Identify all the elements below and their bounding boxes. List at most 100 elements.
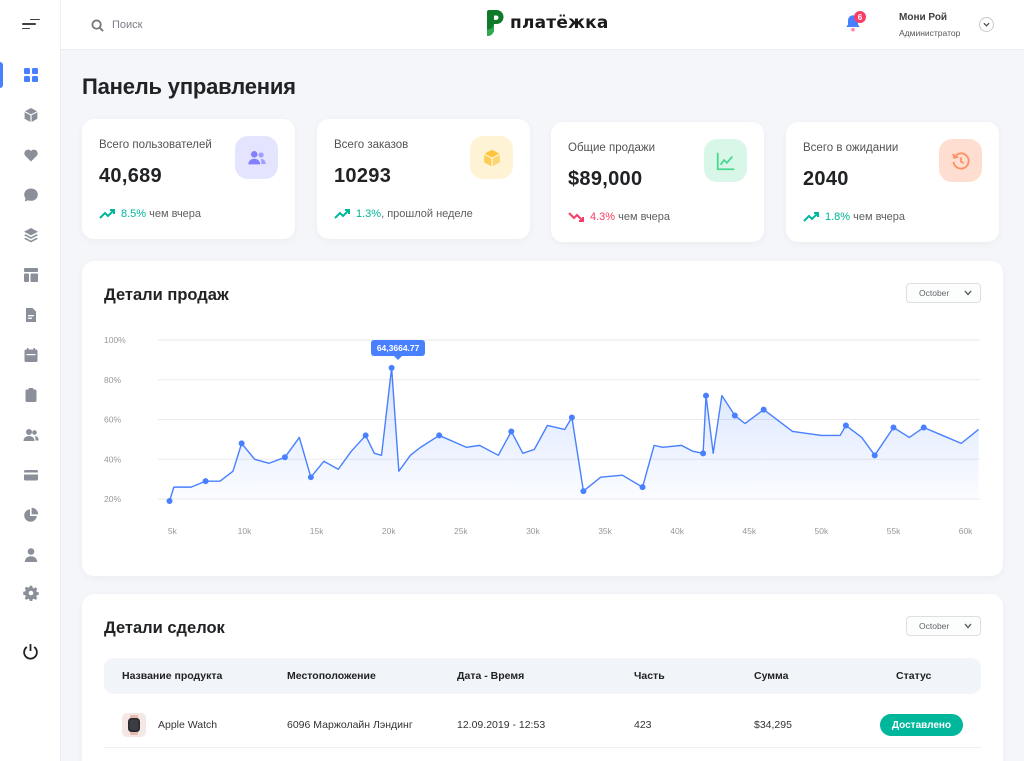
line-chart-icon <box>716 152 734 170</box>
month-select-value: October <box>919 621 950 631</box>
x-tick-label: 35k <box>598 526 612 536</box>
notification-count-badge: 6 <box>854 11 866 23</box>
card-icon <box>23 470 38 481</box>
stat-trend: 1.8% чем вчера <box>803 211 905 223</box>
trend-value: 1.3% <box>356 208 382 220</box>
trend-up-icon <box>334 209 350 219</box>
trend-up-icon <box>99 209 115 219</box>
trend-up-icon <box>803 212 819 222</box>
x-tick-label: 30k <box>526 526 540 536</box>
sidebar-item-team[interactable] <box>0 419 61 451</box>
sales-chart: 20% 40% 60% 80% 100% 5k 10k 15k 20k 25k 30k 35k 40k 4… <box>104 335 980 536</box>
sidebar-item-dashboard[interactable] <box>0 59 61 91</box>
cube-icon <box>483 149 500 166</box>
notifications-button[interactable]: 6 <box>845 11 866 36</box>
x-tick-label: 15k <box>310 526 324 536</box>
x-tick-label: 55k <box>887 526 901 536</box>
status-badge: Доставлено <box>880 714 963 736</box>
data-point <box>436 432 443 439</box>
x-tick-label: 25k <box>454 526 468 536</box>
date-time: 12.09.2019 - 12:53 <box>457 719 546 731</box>
x-tick-label: 40k <box>670 526 684 536</box>
search-bar[interactable] <box>91 14 291 36</box>
data-point <box>703 392 709 399</box>
data-point <box>639 484 646 491</box>
pie-chart-icon <box>23 507 38 522</box>
stat-label: Общие продажи <box>568 142 655 154</box>
sidebar-item-products[interactable] <box>0 99 61 131</box>
stat-card-orders: Всего заказов 10293 1.3%, прошлой неделе <box>317 119 530 239</box>
data-point <box>890 424 897 431</box>
stat-label: Всего заказов <box>334 139 409 151</box>
stat-icon-wrap <box>704 139 747 182</box>
stat-icon-wrap <box>939 139 982 182</box>
data-point <box>568 414 575 421</box>
stat-value: $89,000 <box>568 168 643 190</box>
dashboard-icon <box>23 68 38 82</box>
x-tick-label: 20k <box>382 526 396 536</box>
y-tick-label: 80% <box>104 375 121 385</box>
search-input[interactable] <box>112 19 272 31</box>
x-tick-label: 60k <box>959 526 973 536</box>
profile-dropdown-button[interactable] <box>979 17 994 32</box>
trend-value: 1.8% <box>825 211 851 223</box>
chat-icon <box>23 188 38 202</box>
column-header[interactable]: Сумма <box>754 658 789 694</box>
column-header[interactable]: Дата - Время <box>457 658 524 694</box>
chevron-down-icon <box>964 623 972 629</box>
team-icon <box>23 429 39 441</box>
x-tick-label: 45k <box>742 526 756 536</box>
sidebar-item-stock[interactable] <box>0 219 61 251</box>
data-point <box>202 478 209 485</box>
user-profile[interactable]: Мони Рой Администратор <box>899 12 960 38</box>
sidebar-item-invoice[interactable] <box>0 299 61 331</box>
x-tick-label: 50k <box>815 526 829 536</box>
stat-icon-wrap <box>235 136 278 179</box>
column-header[interactable]: Название продукта <box>122 658 222 694</box>
document-icon <box>25 308 36 322</box>
sidebar-item-profile[interactable] <box>0 539 61 571</box>
stat-trend: 4.3% чем вчера <box>568 211 670 223</box>
stat-card-users: Всего пользователей 40,689 8.5% чем вчер… <box>82 119 295 239</box>
x-tick-label: 10k <box>238 526 252 536</box>
sidebar-item-reports[interactable] <box>0 499 61 531</box>
table-header: Название продукта Местоположение Дата - … <box>104 658 981 694</box>
column-header[interactable]: Статус <box>896 658 931 694</box>
stat-label: Всего пользователей <box>99 139 212 151</box>
logo-mark-icon <box>487 10 504 36</box>
data-point <box>281 454 288 461</box>
sidebar-item-settings[interactable] <box>0 577 61 609</box>
column-header[interactable]: Часть <box>634 658 665 694</box>
sidebar-item-inbox[interactable] <box>0 179 61 211</box>
data-point <box>871 452 878 459</box>
sidebar-item-calendar[interactable] <box>0 339 61 371</box>
menu-toggle-icon[interactable] <box>22 16 40 32</box>
box-icon <box>24 108 37 122</box>
stat-icon-wrap <box>470 136 513 179</box>
data-point <box>580 488 587 495</box>
sidebar-item-logout[interactable] <box>0 635 61 667</box>
sales-details-card: Детали продаж October 20% 40% 60% 80% 100% 5k… <box>82 261 1003 576</box>
sidebar-item-todo[interactable] <box>0 379 61 411</box>
pieces: 423 <box>634 719 652 731</box>
layout-icon <box>23 268 38 282</box>
logo-text: платёжка <box>510 13 609 33</box>
trend-text: чем вчера <box>146 208 202 220</box>
sidebar-item-pricing[interactable] <box>0 259 61 291</box>
stat-card-pending: Всего в ожидании 2040 1.8% чем вчера <box>786 122 999 242</box>
user-icon <box>24 548 37 562</box>
brand-logo[interactable]: платёжка <box>485 8 609 38</box>
user-role: Администратор <box>899 28 961 38</box>
month-select[interactable]: October <box>906 616 981 636</box>
table-row[interactable]: Apple Watch 6096 Маржолайн Лэндинг 12.09… <box>104 702 981 748</box>
sidebar-item-table[interactable] <box>0 459 61 491</box>
trend-text: чем вчера <box>615 211 671 223</box>
sidebar-item-favorites[interactable] <box>0 139 61 171</box>
product-name: Apple Watch <box>158 719 218 731</box>
top-header: платёжка 6 Мони Рой Администратор <box>61 0 1024 50</box>
search-icon <box>91 18 104 32</box>
column-header[interactable]: Местоположение <box>287 658 376 694</box>
user-name: Мони Рой <box>899 12 948 23</box>
history-icon <box>951 151 970 169</box>
clipboard-icon <box>25 388 36 402</box>
